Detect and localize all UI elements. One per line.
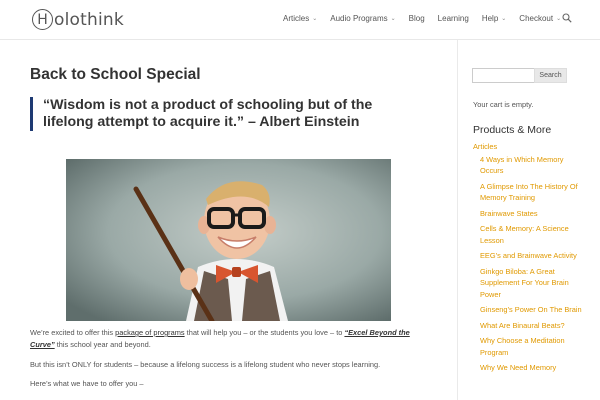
sidebar-article-link[interactable]: Why Choose a Meditation Program <box>473 335 583 358</box>
chevron-down-icon: ⌄ <box>556 16 562 22</box>
quote-block: “Wisdom is not a product of schooling bu… <box>30 97 420 131</box>
sidebar-article-link[interactable]: What Are Binaural Beats? <box>473 320 583 332</box>
products-list: Articles 4 Ways in Which Memory Occurs A… <box>473 141 583 378</box>
nav-item-checkout[interactable]: Checkout ⌄ <box>519 14 561 23</box>
nav-label: Help <box>481 14 499 23</box>
nav-item-learning[interactable]: Learning <box>438 14 469 23</box>
hero-illustration <box>66 159 391 321</box>
nav-label: Learning <box>437 14 469 23</box>
sidebar-article-link[interactable]: Brainwave States <box>473 208 583 220</box>
hero-image-smiling-boy-with-pointer <box>66 159 391 321</box>
nav-item-articles[interactable]: Articles ⌄ <box>283 14 317 23</box>
sidebar-article-link[interactable]: 4 Ways in Which Memory Occurs <box>473 154 583 177</box>
logo-wordmark: olothink <box>54 9 124 30</box>
sidebar-category-articles[interactable]: Articles <box>473 141 583 153</box>
sidebar-article-link[interactable]: Why We Need Memory <box>473 362 583 374</box>
nav-item-audio-programs[interactable]: Audio Programs ⌄ <box>330 14 395 23</box>
sidebar-search-input[interactable] <box>472 68 535 83</box>
chevron-down-icon: ⌄ <box>312 16 318 22</box>
cart-status: Your cart is empty. <box>473 100 534 109</box>
sidebar-article-link[interactable]: Ginkgo Biloba: A Great Supplement For Yo… <box>473 266 583 301</box>
nav-item-help[interactable]: Help ⌄ <box>482 14 506 23</box>
intro-text-start: We’re excited to offer this <box>30 328 116 337</box>
chevron-down-icon: ⌄ <box>390 16 396 22</box>
sidebar-article-link[interactable]: A Glimpse Into The History Of Memory Tra… <box>473 181 583 204</box>
offer-paragraph: Here’s what we have to offer you – <box>30 379 144 388</box>
chevron-down-icon: ⌄ <box>501 16 507 22</box>
sidebar-search-button[interactable]: Search <box>534 68 567 83</box>
main-nav: Articles ⌄ Audio Programs ⌄ Blog Learning … <box>283 14 574 23</box>
sidebar-article-link[interactable]: Cells & Memory: A Science Lesson <box>473 223 583 246</box>
logo-emblem: H <box>32 9 53 30</box>
nav-item-blog[interactable]: Blog <box>409 14 425 23</box>
quote-text: “Wisdom is not a product of schooling bu… <box>43 97 373 130</box>
intro-paragraph: We’re excited to offer this package of p… <box>30 327 428 350</box>
site-logo[interactable]: H olothink <box>32 9 124 30</box>
nav-label: Articles <box>283 14 310 23</box>
intro-text-middle: that will help you – or the students you… <box>184 328 345 337</box>
sidebar-article-link[interactable]: Ginseng’s Power On The Brain <box>473 304 583 316</box>
page-title: Back to School Special <box>30 66 201 83</box>
products-widget-title: Products & More <box>473 124 552 136</box>
sidebar-divider <box>457 40 458 400</box>
site-header: H olothink Articles ⌄ Audio Programs ⌄ Blo… <box>0 0 600 40</box>
lifelong-paragraph: But this isn’t ONLY for students – becau… <box>30 360 381 369</box>
sidebar-article-link[interactable]: EEG’s and Brainwave Activity <box>473 250 583 262</box>
nav-label: Blog <box>408 14 425 23</box>
package-of-programs-link[interactable]: package of programs <box>115 328 184 337</box>
nav-label: Checkout <box>519 14 554 23</box>
nav-label: Audio Programs <box>330 14 388 23</box>
search-icon[interactable] <box>562 13 572 23</box>
intro-text-end: this school year and beyond. <box>54 339 151 349</box>
